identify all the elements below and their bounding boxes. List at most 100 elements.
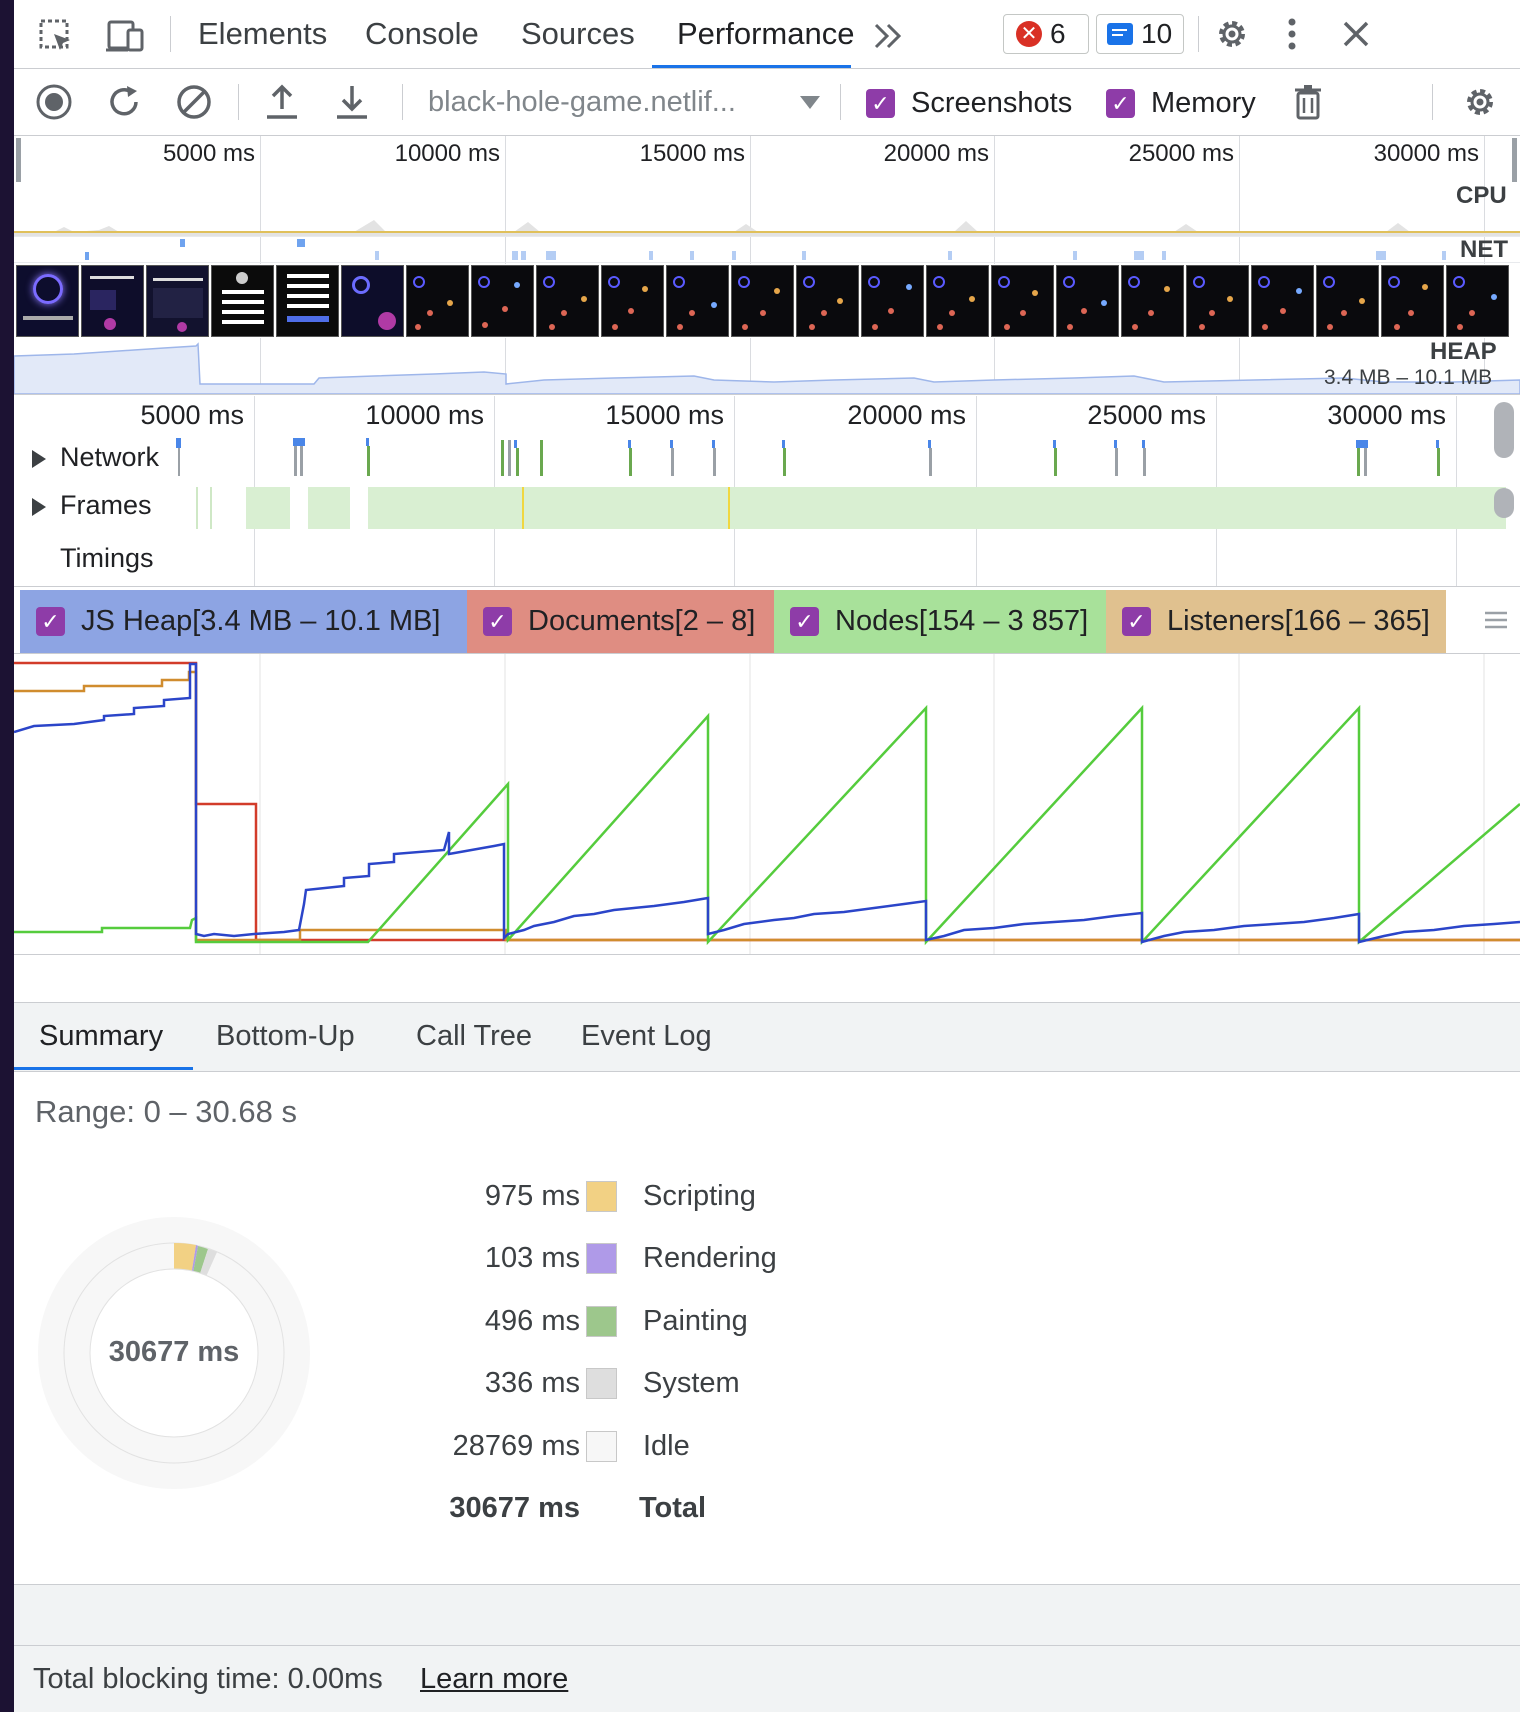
network-request[interactable]: [1364, 448, 1367, 476]
network-request[interactable]: [628, 440, 631, 448]
screenshot-thumbnail[interactable]: [16, 265, 79, 337]
network-request[interactable]: [713, 448, 716, 476]
close-icon[interactable]: [1334, 12, 1378, 56]
network-request[interactable]: [671, 448, 674, 476]
download-profile-icon[interactable]: [330, 80, 374, 124]
counters-chart[interactable]: [14, 654, 1520, 954]
network-request[interactable]: [1143, 448, 1146, 476]
screenshot-thumbnail[interactable]: [1121, 265, 1184, 337]
screenshot-thumbnail[interactable]: [1446, 265, 1509, 337]
screenshot-thumbnail[interactable]: [666, 265, 729, 337]
upload-profile-icon[interactable]: [260, 80, 304, 124]
network-request[interactable]: [1142, 440, 1145, 448]
screenshot-thumbnail[interactable]: [536, 265, 599, 337]
network-request[interactable]: [294, 446, 297, 476]
network-request[interactable]: [1115, 448, 1118, 476]
memory-checkbox[interactable]: ✓ Memory: [1106, 87, 1256, 120]
screenshot-thumbnail[interactable]: [341, 265, 404, 337]
screenshots-filmstrip[interactable]: [14, 264, 1520, 338]
tab-event-log[interactable]: Event Log: [581, 1020, 712, 1053]
tab-performance[interactable]: Performance: [677, 16, 854, 52]
frame-block[interactable]: [308, 487, 350, 529]
network-request[interactable]: [929, 448, 932, 476]
frames-scrollbar[interactable]: [1494, 488, 1514, 518]
expand-triangle-icon[interactable]: [32, 449, 46, 468]
network-request[interactable]: [514, 440, 517, 448]
network-request[interactable]: [670, 440, 673, 448]
tab-bottom-up[interactable]: Bottom-Up: [216, 1020, 355, 1053]
track-network[interactable]: Network: [32, 442, 159, 473]
screenshot-thumbnail[interactable]: [796, 265, 859, 337]
more-tabs-icon[interactable]: [866, 14, 910, 58]
network-request[interactable]: [366, 438, 369, 446]
network-request[interactable]: [508, 440, 511, 476]
network-request[interactable]: [783, 448, 786, 476]
inspect-element-icon[interactable]: [34, 14, 78, 58]
screenshot-thumbnail[interactable]: [1316, 265, 1379, 337]
network-request[interactable]: [1357, 448, 1360, 476]
more-options-icon[interactable]: [1272, 12, 1312, 56]
network-request[interactable]: [176, 438, 181, 448]
error-counter[interactable]: ✕ 6: [1003, 14, 1089, 54]
message-counter[interactable]: 10: [1096, 14, 1184, 54]
clear-icon[interactable]: [172, 80, 216, 124]
network-request[interactable]: [300, 446, 303, 476]
counter-js-heap[interactable]: ✓ JS Heap[3.4 MB – 10.1 MB]: [20, 590, 467, 653]
network-request[interactable]: [1114, 440, 1117, 448]
screenshot-thumbnail[interactable]: [1186, 265, 1249, 337]
screenshot-thumbnail[interactable]: [731, 265, 794, 337]
screenshot-thumbnail[interactable]: [1056, 265, 1119, 337]
frame-block[interactable]: [368, 487, 1506, 529]
screenshot-thumbnail[interactable]: [991, 265, 1054, 337]
screenshot-thumbnail[interactable]: [146, 265, 209, 337]
track-frames[interactable]: Frames: [32, 490, 152, 521]
tab-elements[interactable]: Elements: [198, 16, 327, 52]
screenshot-thumbnail[interactable]: [471, 265, 534, 337]
network-request[interactable]: [1436, 440, 1439, 448]
network-request[interactable]: [1356, 440, 1368, 448]
network-request[interactable]: [501, 440, 504, 476]
screenshot-thumbnail[interactable]: [601, 265, 664, 337]
screenshot-thumbnail[interactable]: [926, 265, 989, 337]
screenshot-thumbnail[interactable]: [861, 265, 924, 337]
tab-console[interactable]: Console: [365, 16, 479, 52]
expand-triangle-icon[interactable]: [32, 497, 46, 516]
frame-block[interactable]: [210, 487, 212, 529]
network-request[interactable]: [712, 440, 715, 448]
screenshots-checkbox[interactable]: ✓ Screenshots: [866, 87, 1072, 120]
capture-settings-icon[interactable]: [1458, 80, 1502, 124]
frame-block[interactable]: [196, 487, 198, 529]
counter-listeners[interactable]: ✓ Listeners[166 – 365]: [1106, 590, 1446, 653]
tab-sources[interactable]: Sources: [521, 16, 635, 52]
screenshot-thumbnail[interactable]: [406, 265, 469, 337]
screenshot-thumbnail[interactable]: [1251, 265, 1314, 337]
overview-right-handle[interactable]: [1512, 138, 1517, 182]
device-toolbar-icon[interactable]: [102, 14, 150, 58]
record-button[interactable]: [32, 80, 76, 124]
frame-block[interactable]: [246, 487, 290, 529]
counter-nodes[interactable]: ✓ Nodes[154 – 3 857]: [774, 590, 1106, 653]
network-request[interactable]: [178, 448, 180, 476]
network-request[interactable]: [629, 448, 632, 476]
network-request[interactable]: [540, 440, 543, 476]
tab-call-tree[interactable]: Call Tree: [416, 1020, 532, 1053]
network-request[interactable]: [1054, 448, 1057, 476]
overview-left-handle[interactable]: [16, 138, 21, 182]
menu-icon[interactable]: [1478, 598, 1514, 642]
url-select[interactable]: black-hole-game.netlif...: [428, 86, 828, 120]
settings-icon[interactable]: [1210, 12, 1254, 56]
screenshot-thumbnail[interactable]: [1381, 265, 1444, 337]
collect-garbage-icon[interactable]: [1288, 80, 1328, 124]
network-request[interactable]: [1437, 448, 1440, 476]
network-request[interactable]: [367, 446, 370, 476]
flamechart-scrollbar[interactable]: [1494, 402, 1514, 458]
network-request[interactable]: [782, 440, 785, 448]
network-request[interactable]: [1053, 440, 1056, 448]
screenshot-thumbnail[interactable]: [211, 265, 274, 337]
screenshot-thumbnail[interactable]: [81, 265, 144, 337]
learn-more-link[interactable]: Learn more: [420, 1663, 568, 1696]
network-request[interactable]: [516, 448, 519, 476]
counter-documents[interactable]: ✓ Documents[2 – 8]: [467, 590, 774, 653]
reload-record-button[interactable]: [102, 80, 146, 124]
network-request[interactable]: [293, 438, 305, 446]
